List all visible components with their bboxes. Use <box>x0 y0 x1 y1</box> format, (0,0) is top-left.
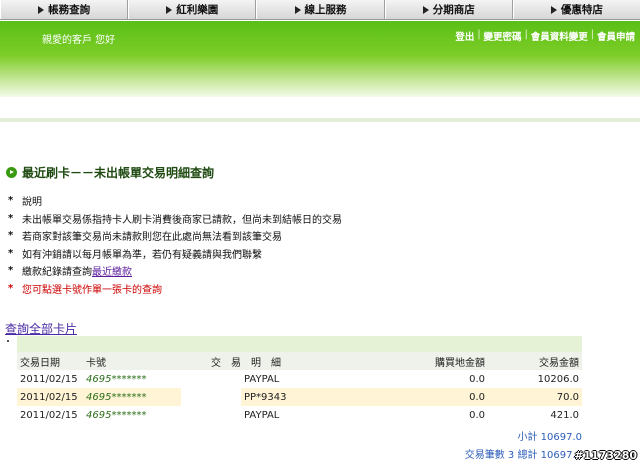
note-text: 繳款紀錄請查詢 <box>22 267 92 279</box>
greeting-text: 親愛的客戶 您好 <box>42 35 116 46</box>
note-text: 如有沖銷請以每月帳單為準，若仍有疑義請與我們聯繫 <box>22 249 262 261</box>
asterisk-icon: * <box>8 247 14 259</box>
banner: 親愛的客戶 您好 登出 | 變更密碼 | 會員資料變更 | 會員申請 <box>0 21 640 97</box>
page-title: 最近刷卡－－未出帳單交易明細查詢 <box>22 166 215 180</box>
tab-online-service[interactable]: 線上服務 <box>256 0 385 19</box>
tab-label: 紅利樂園 <box>176 4 219 16</box>
note-item: * 您可點選卡號作單一張卡的查詢 <box>8 280 628 298</box>
row-foreign-amount: 0.0 <box>393 388 488 406</box>
subtotal-value: 10697.0 <box>540 432 582 443</box>
subtotal-line: 小計 10697.0 <box>517 428 582 443</box>
count-label: 交易筆數 <box>464 450 505 461</box>
menu-divider: | <box>524 29 528 40</box>
note-item: * 如有沖銷請以每月帳單為準，若仍有疑義請與我們聯繫 <box>8 245 628 263</box>
note-text: 說明 <box>22 197 42 209</box>
header-band <box>0 118 640 122</box>
transactions-table: 交易日期 卡號 交 易 明 細 購買地金額 交易金額 2011/02/15 46… <box>17 336 582 424</box>
row-merchant: PAYPAL <box>241 406 393 424</box>
member-apply-link[interactable]: 會員申請 <box>597 29 635 43</box>
arrow-icon <box>166 5 173 14</box>
tab-account-query[interactable]: 帳務查詢 <box>0 0 129 19</box>
row-amount: 70.0 <box>488 388 582 406</box>
table-header-row: 交易日期 卡號 交 易 明 細 購買地金額 交易金額 <box>17 352 582 370</box>
table-row: 2011/02/15 4695******* PAYPAL 0.0 421.0 <box>17 406 582 424</box>
count-value: 3 <box>507 450 515 461</box>
table-row: 2011/02/15 4695******* PAYPAL 0.0 10206.… <box>17 370 582 388</box>
row-foreign-amount: 0.0 <box>393 406 488 424</box>
note-item: * 未出帳單交易係指持卡人刷卡消費後商家已請款，但尚未到結帳日的交易 <box>8 210 628 228</box>
top-nav: 帳務查詢 紅利樂園 線上服務 分期商店 優惠特店 <box>0 0 640 20</box>
query-all-cards-link[interactable]: 查詢全部卡片 <box>5 320 77 337</box>
page-title-row: 最近刷卡－－未出帳單交易明細查詢 <box>6 164 214 181</box>
arrow-icon <box>38 5 45 14</box>
total-label: 總計 <box>517 450 538 461</box>
tab-bonus-park[interactable]: 紅利樂園 <box>128 0 257 19</box>
row-amount: 10206.0 <box>488 370 582 388</box>
tab-special-stores[interactable]: 優惠特店 <box>512 0 640 19</box>
table-top-band <box>17 336 582 352</box>
summary-line: 交易筆數 3 總計 10697.0 <box>465 446 582 461</box>
asterisk-icon: * <box>8 212 14 224</box>
tab-label: 帳務查詢 <box>48 4 91 16</box>
subtotal-label: 小計 <box>517 432 538 443</box>
row-blank <box>181 406 241 424</box>
row-date: 2011/02/15 <box>17 370 83 388</box>
col-header-date: 交易日期 <box>17 352 83 370</box>
row-merchant: PAYPAL <box>241 370 393 388</box>
recent-payment-link[interactable]: 最近繳款 <box>92 263 132 278</box>
col-header-card: 卡號 <box>83 352 181 370</box>
row-blank <box>181 370 241 388</box>
tab-installment-store[interactable]: 分期商店 <box>384 0 513 19</box>
row-foreign-amount: 0.0 <box>393 370 488 388</box>
tab-label: 優惠特店 <box>560 4 603 16</box>
row-card-number[interactable]: 4695******* <box>83 406 181 424</box>
notes-list: * 說明 * 未出帳單交易係指持卡人刷卡消費後商家已請款，但尚未到結帳日的交易 * 若… <box>8 192 628 297</box>
col-header-detail: 交 易 明 細 <box>181 352 393 370</box>
logout-link[interactable]: 登出 <box>455 29 474 43</box>
note-text: 未出帳單交易係指持卡人刷卡消費後商家已請款，但尚未到結帳日的交易 <box>22 214 342 226</box>
title-bullet-icon <box>6 167 17 178</box>
row-date: 2011/02/15 <box>17 406 83 424</box>
note-item: * 說明 <box>8 192 628 210</box>
dot-marker <box>7 340 9 342</box>
row-merchant: PP*9343 <box>241 388 393 406</box>
col-header-amount: 交易金額 <box>488 352 582 370</box>
arrow-icon <box>550 5 557 14</box>
note-item: * 若商家對該筆交易尚未請款則您在此處尚無法看到該筆交易 <box>8 227 628 245</box>
tab-label: 線上服務 <box>304 4 347 16</box>
table-band-cell <box>17 336 582 352</box>
row-blank <box>181 388 241 406</box>
asterisk-icon: * <box>8 195 14 207</box>
arrow-icon <box>422 5 429 14</box>
asterisk-icon: * <box>8 282 14 294</box>
menu-divider: | <box>590 29 594 40</box>
note-item: * 繳款紀錄請查詢 最近繳款 <box>8 262 628 280</box>
row-date: 2011/02/15 <box>17 388 83 406</box>
edit-profile-link[interactable]: 會員資料變更 <box>531 29 588 43</box>
asterisk-icon: * <box>8 265 14 277</box>
note-text: 若商家對該筆交易尚未請款則您在此處尚無法看到該筆交易 <box>22 232 282 244</box>
row-amount: 421.0 <box>488 406 582 424</box>
asterisk-icon: * <box>8 230 14 242</box>
menu-divider: | <box>477 29 481 40</box>
table-row: 2011/02/15 4695******* PP*9343 0.0 70.0 <box>17 388 582 406</box>
row-card-number[interactable]: 4695******* <box>83 370 181 388</box>
col-header-foreign-amount: 購買地金額 <box>393 352 488 370</box>
user-menu: 登出 | 變更密碼 | 會員資料變更 | 會員申請 <box>455 29 635 43</box>
note-text: 您可點選卡號作單一張卡的查詢 <box>22 284 162 296</box>
watermark-text: #1173280 <box>574 449 637 462</box>
tab-label: 分期商店 <box>432 4 475 16</box>
arrow-icon <box>294 5 301 14</box>
row-card-number[interactable]: 4695******* <box>83 388 181 406</box>
change-password-link[interactable]: 變更密碼 <box>484 29 522 43</box>
